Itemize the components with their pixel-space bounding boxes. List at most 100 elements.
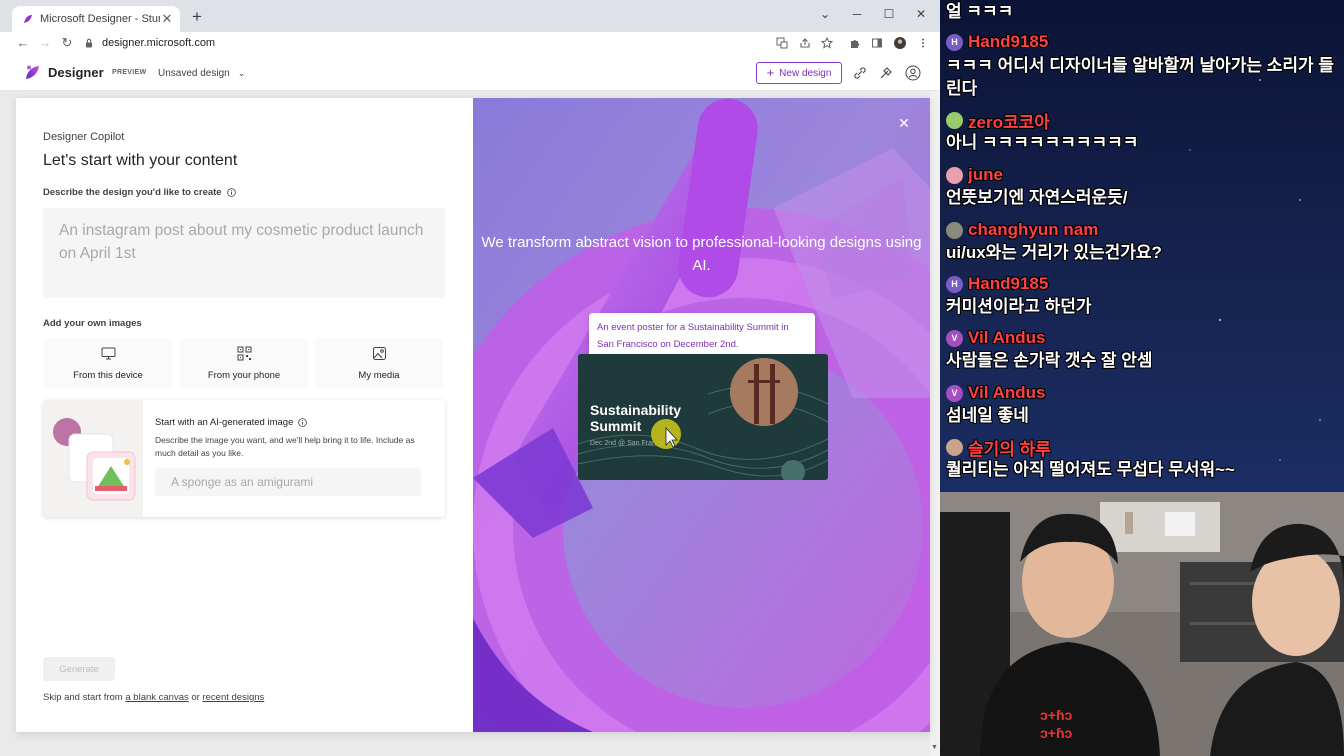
webcam-feed: ɔ+ɦɔ ɔ+ɦɔ <box>940 492 1344 756</box>
designer-header: Designer PREVIEW Unsaved design ⌄ + New … <box>0 54 940 91</box>
reload-icon[interactable]: ↻ <box>58 34 76 52</box>
ai-card-title-text: Start with an AI-generated image <box>155 417 294 428</box>
profile-avatar[interactable] <box>892 35 908 51</box>
plus-icon: + <box>766 65 775 80</box>
browser-tab[interactable]: Microsoft Designer - Stunning d ✕ <box>12 6 180 32</box>
ai-image-illustration <box>43 400 143 517</box>
new-tab-button[interactable]: + <box>188 8 206 26</box>
copilot-form-pane: Designer Copilot Let's start with your c… <box>16 98 473 732</box>
scroll-down-arrow-icon[interactable]: ▼ <box>931 744 938 751</box>
cursor-highlight-icon <box>651 419 681 449</box>
ai-card-title: Start with an AI-generated image <box>155 417 308 428</box>
user-avatar: H <box>946 275 963 293</box>
user-avatar: V <box>946 384 963 402</box>
browser-window: Microsoft Designer - Stunning d ✕ + ⌄ ─ … <box>0 0 940 756</box>
close-window-button[interactable]: ✕ <box>907 4 935 24</box>
design-prompt-input[interactable]: An instagram post about my cosmetic prod… <box>43 208 445 298</box>
design-ideas-icon[interactable] <box>878 65 894 81</box>
browser-menu-icon[interactable] <box>915 35 931 51</box>
skip-prefix: Skip and start from <box>43 692 123 703</box>
designer-logo-icon <box>26 65 39 79</box>
skip-options: Skip and start from a blank canvas or re… <box>43 692 264 703</box>
skip-or: or <box>191 692 200 703</box>
translate-icon[interactable] <box>774 35 790 51</box>
document-name-dropdown[interactable]: Unsaved design ⌄ <box>158 68 245 79</box>
document-name: Unsaved design <box>158 68 230 79</box>
chat-username: Hand9185 <box>968 32 1049 51</box>
chat-message-text: 아니 ㅋㅋㅋㅋㅋㅋㅋㅋㅋㅋ <box>946 133 1139 152</box>
tab-search-dropdown[interactable]: ⌄ <box>811 4 839 24</box>
recent-designs-link[interactable]: recent designs <box>202 692 264 703</box>
example-prompt-bubble: An event poster for a Sustainability Sum… <box>589 313 815 358</box>
tab-strip: Microsoft Designer - Stunning d ✕ + ⌄ ─ … <box>0 0 940 32</box>
user-avatar: V <box>946 329 963 347</box>
chat-message-text: 사람들은 손가락 갯수 잘 안셈 <box>946 351 1153 370</box>
address-bar[interactable]: designer.microsoft.com <box>84 33 764 53</box>
monitor-icon <box>101 347 116 360</box>
chat-user: H Hand9185 <box>946 32 1048 52</box>
image-gallery-icon <box>373 347 386 360</box>
chat-message-text: 커미션이라고 하던가 <box>946 297 1092 316</box>
user-avatar <box>946 438 963 456</box>
chat-message-text: 섬네일 좋네 <box>946 406 1029 425</box>
new-design-button[interactable]: + New design <box>756 62 842 84</box>
describe-label: Describe the design you'd like to create <box>43 187 236 198</box>
chat-message-text: 얼 ㅋㅋㅋ <box>946 2 1014 21</box>
ai-image-card: Start with an AI-generated image Describ… <box>43 400 445 517</box>
qr-code-icon <box>237 346 252 361</box>
example-poster: Sustainability Summit Dec 2nd @ San Fran… <box>578 354 828 480</box>
images-label: Add your own images <box>43 318 142 329</box>
forward-arrow-icon[interactable]: → <box>36 34 54 52</box>
svg-text:ɔ+ɦɔ: ɔ+ɦɔ <box>1040 725 1073 741</box>
copilot-title: Let's start with your content <box>43 152 238 169</box>
chat-user: H Hand9185 <box>946 274 1048 294</box>
from-phone-label: From your phone <box>207 370 281 381</box>
extensions-puzzle-icon[interactable] <box>847 35 863 51</box>
chat-user: zero코코아 <box>946 110 1050 132</box>
chat-username: june <box>968 165 1003 184</box>
chat-username: Vil Andus <box>968 328 1046 347</box>
my-media-button[interactable]: My media <box>315 338 443 388</box>
chat-user: june <box>946 165 1003 185</box>
chat-user: changhyun nam <box>946 220 1098 240</box>
account-icon[interactable] <box>905 65 921 81</box>
minimize-button[interactable]: ─ <box>843 4 871 24</box>
copilot-label: Designer Copilot <box>43 131 125 143</box>
new-design-label: New design <box>779 67 832 79</box>
describe-label-text: Describe the design you'd like to create <box>43 187 222 198</box>
share-icon[interactable] <box>797 35 813 51</box>
info-icon[interactable] <box>226 188 236 197</box>
from-device-label: From this device <box>73 370 143 381</box>
side-panel-icon[interactable] <box>869 35 885 51</box>
ai-card-description: Describe the image you want, and we'll h… <box>155 435 415 458</box>
close-dialog-icon[interactable]: ✕ <box>897 116 911 130</box>
url-text: designer.microsoft.com <box>102 37 216 49</box>
webcam-image: ɔ+ɦɔ ɔ+ɦɔ <box>940 492 1344 756</box>
chat-username: 슬기의 하루 <box>968 439 1051 459</box>
showcase-pane: ✕ We transform abstract vision to profes… <box>473 98 930 732</box>
designer-favicon-icon <box>24 15 32 23</box>
user-avatar <box>946 221 963 239</box>
chat-username: Vil Andus <box>968 383 1046 402</box>
tab-close-icon[interactable]: ✕ <box>160 11 174 27</box>
blank-canvas-link[interactable]: a blank canvas <box>125 692 188 703</box>
from-phone-button[interactable]: From your phone <box>180 338 308 388</box>
tab-title: Microsoft Designer - Stunning d <box>40 13 160 25</box>
maximize-button[interactable]: ☐ <box>875 4 903 24</box>
back-arrow-icon[interactable]: ← <box>14 34 32 52</box>
info-icon[interactable] <box>298 418 308 427</box>
chat-username: Hand9185 <box>968 274 1049 293</box>
share-link-icon[interactable] <box>852 65 868 81</box>
chat-username: zero코코아 <box>968 112 1050 132</box>
user-avatar: H <box>946 33 963 51</box>
preview-badge: PREVIEW <box>112 69 147 76</box>
ai-image-prompt-input[interactable]: A sponge as an amigurami <box>155 468 421 496</box>
lock-icon <box>86 38 92 48</box>
bookmark-star-icon[interactable] <box>819 35 835 51</box>
page-scrollbar[interactable] <box>930 91 940 756</box>
generate-button[interactable]: Generate <box>43 657 115 681</box>
chat-message-text: ㅋㅋㅋ 어디서 디자이너들 알바할꺼 날아가는 소리가 들린다 <box>946 56 1335 98</box>
browser-toolbar: ← → ↻ designer.microsoft.com <box>0 32 940 54</box>
from-device-button[interactable]: From this device <box>44 338 172 388</box>
stream-chat-overlay: 얼 ㅋㅋㅋ H Hand9185 ㅋㅋㅋ 어디서 디자이너들 알바할꺼 날아가는… <box>940 0 1344 492</box>
